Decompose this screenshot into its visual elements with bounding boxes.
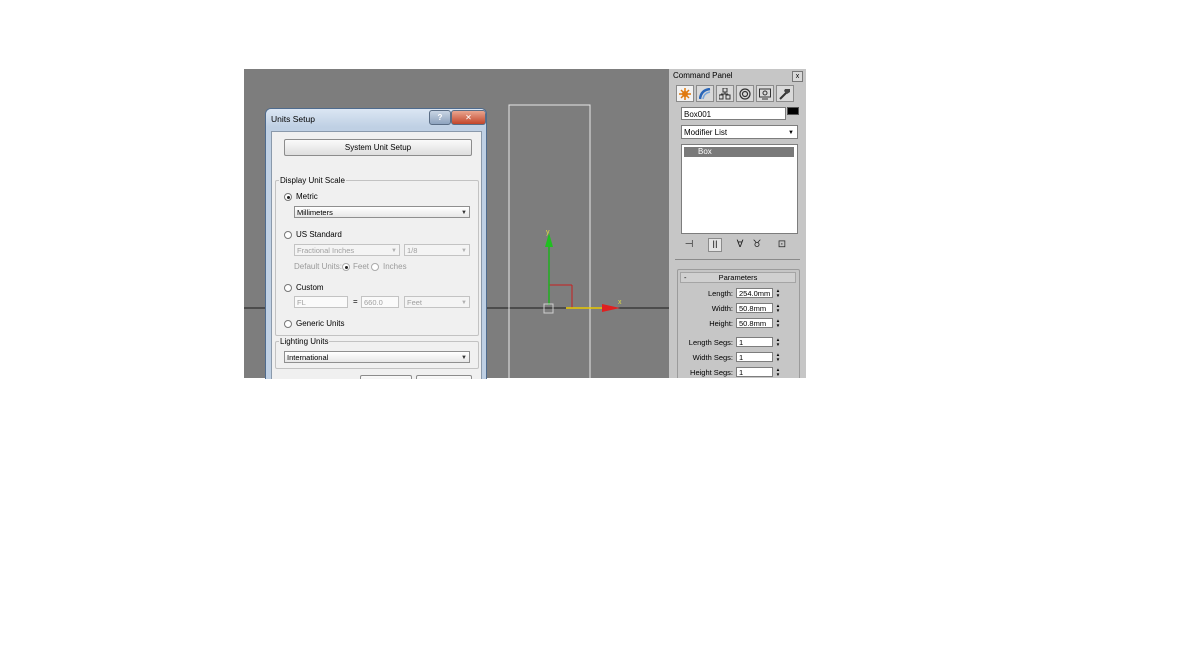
ok-button[interactable] [360, 375, 412, 379]
generic-units-label: Generic Units [296, 319, 345, 328]
param-label: Width Segs: [692, 353, 733, 362]
width-spinner-field[interactable]: 50.8mm [736, 303, 773, 313]
metric-units-dropdown[interactable]: Millimeters ▼ [294, 206, 470, 218]
parameters-rollout-header[interactable]: - Parameters [680, 272, 796, 283]
spinner-arrows-icon[interactable]: ▲ ▼ [775, 337, 781, 347]
chevron-down-icon: ▼ [788, 130, 794, 136]
show-end-result-icon[interactable]: ǀǀ [708, 238, 722, 252]
us-standard-radio[interactable] [284, 231, 292, 239]
default-units-label: Default Units: [294, 262, 343, 271]
inches-radio[interactable] [371, 263, 379, 271]
gizmo-y-label: y [546, 229, 550, 236]
tab-display[interactable] [756, 85, 774, 102]
units-setup-dialog: Units Setup ? ✕ System Unit Setup Displa… [265, 108, 487, 379]
command-panel-title: Command Panel [673, 71, 733, 80]
configure-modifier-sets-icon[interactable]: ⊡ [775, 238, 789, 252]
length-spinner-field[interactable]: 254.0mm [736, 288, 773, 298]
us-standard-label: US Standard [296, 230, 342, 239]
param-label: Height Segs: [690, 368, 733, 377]
generic-units-radio[interactable] [284, 320, 292, 328]
motion-icon [739, 88, 751, 100]
modifier-stack[interactable]: Box [681, 144, 798, 234]
tab-create[interactable] [676, 85, 694, 102]
equals-sign: = [353, 297, 358, 306]
param-label: Height: [709, 319, 733, 328]
lighting-units-legend: Lighting Units [280, 337, 329, 346]
param-label: Length: [707, 289, 733, 298]
system-unit-setup-button[interactable]: System Unit Setup [284, 139, 472, 156]
command-panel-close-button[interactable]: x [792, 71, 803, 82]
param-row-height-segs: Height Segs: 1 ▲ ▼ [678, 367, 799, 378]
param-label: Length Segs: [688, 338, 733, 347]
custom-name-field[interactable]: FL [294, 296, 348, 308]
custom-radio[interactable] [284, 284, 292, 292]
param-label: Width: [711, 304, 733, 313]
length-segs-spinner-field[interactable]: 1 [736, 337, 773, 347]
param-row-height: Height: 50.8mm ▲ ▼ [678, 318, 799, 329]
height-segs-spinner-field[interactable]: 1 [736, 367, 773, 377]
spinner-arrows-icon[interactable]: ▲ ▼ [775, 367, 781, 377]
chevron-down-icon: ▼ [461, 210, 467, 216]
custom-unit-dropdown[interactable]: Feet ▼ [404, 296, 470, 308]
make-unique-icon[interactable]: ∀ [733, 238, 747, 252]
custom-unit-value: Feet [407, 298, 423, 307]
tab-utilities[interactable] [776, 85, 794, 102]
modifier-list-dropdown[interactable]: Modifier List ▼ [681, 125, 798, 139]
metric-label: Metric [296, 192, 318, 201]
chevron-down-icon: ▼ [461, 355, 467, 361]
dialog-client-area: System Unit Setup Display Unit Scale Met… [271, 131, 482, 379]
panel-divider [675, 259, 800, 260]
us-units-dropdown[interactable]: Fractional Inches ▼ [294, 244, 400, 256]
lighting-units-dropdown[interactable]: International ▼ [284, 351, 470, 363]
parameters-rollout: - Parameters Length: 254.0mm ▲ ▼ Width: 5… [677, 269, 800, 378]
param-row-length-segs: Length Segs: 1 ▲ ▼ [678, 337, 799, 348]
spinner-arrows-icon[interactable]: ▲ ▼ [775, 288, 781, 298]
object-name-field[interactable]: Box001 [681, 107, 786, 120]
cancel-button[interactable] [416, 375, 472, 379]
dialog-title: Units Setup [271, 114, 315, 124]
utilities-icon [779, 89, 790, 100]
modify-icon [699, 88, 711, 100]
param-row-width: Width: 50.8mm ▲ ▼ [678, 303, 799, 314]
metric-units-value: Millimeters [297, 208, 333, 217]
dialog-titlebar[interactable]: Units Setup ? ✕ [266, 109, 486, 127]
metric-radio[interactable] [284, 193, 292, 201]
chevron-down-icon: ▼ [461, 300, 467, 306]
feet-radio[interactable] [342, 263, 350, 271]
pin-stack-icon[interactable]: ⊣ [682, 238, 696, 252]
display-unit-scale-legend: Display Unit Scale [280, 176, 345, 185]
us-units-value: Fractional Inches [297, 246, 355, 255]
param-row-length: Length: 254.0mm ▲ ▼ [678, 288, 799, 299]
display-icon [759, 88, 771, 100]
chevron-down-icon: ▼ [391, 248, 397, 254]
tab-modify[interactable] [696, 85, 714, 102]
width-segs-spinner-field[interactable]: 1 [736, 352, 773, 362]
param-row-width-segs: Width Segs: 1 ▲ ▼ [678, 352, 799, 363]
lighting-units-value: International [287, 353, 329, 362]
parameters-title: Parameters [718, 273, 758, 282]
close-button[interactable]: ✕ [451, 110, 486, 125]
modifier-list-label: Modifier List [684, 128, 728, 137]
command-panel: Command Panel x Box001 Modifier List ▼ B… [669, 69, 806, 378]
feet-label: Feet [353, 262, 370, 271]
custom-label: Custom [296, 283, 324, 292]
custom-amount-field[interactable]: 660.0 [361, 296, 399, 308]
tab-hierarchy[interactable] [716, 85, 734, 102]
remove-modifier-icon[interactable]: ♉ [750, 238, 764, 252]
height-spinner-field[interactable]: 50.8mm [736, 318, 773, 328]
stack-item-box[interactable]: Box [684, 147, 794, 157]
spinner-arrows-icon[interactable]: ▲ ▼ [775, 318, 781, 328]
create-icon [679, 88, 691, 100]
tab-motion[interactable] [736, 85, 754, 102]
help-button[interactable]: ? [429, 110, 451, 125]
inches-label: Inches [383, 262, 407, 271]
spinner-arrows-icon[interactable]: ▲ ▼ [775, 303, 781, 313]
chevron-down-icon: ▼ [461, 248, 467, 254]
spinner-arrows-icon[interactable]: ▲ ▼ [775, 352, 781, 362]
us-fraction-value: 1/8 [407, 246, 418, 255]
object-color-swatch[interactable] [787, 107, 799, 115]
us-fraction-dropdown[interactable]: 1/8 ▼ [404, 244, 470, 256]
hierarchy-icon [719, 88, 731, 100]
gizmo-x-label: x [618, 299, 622, 306]
